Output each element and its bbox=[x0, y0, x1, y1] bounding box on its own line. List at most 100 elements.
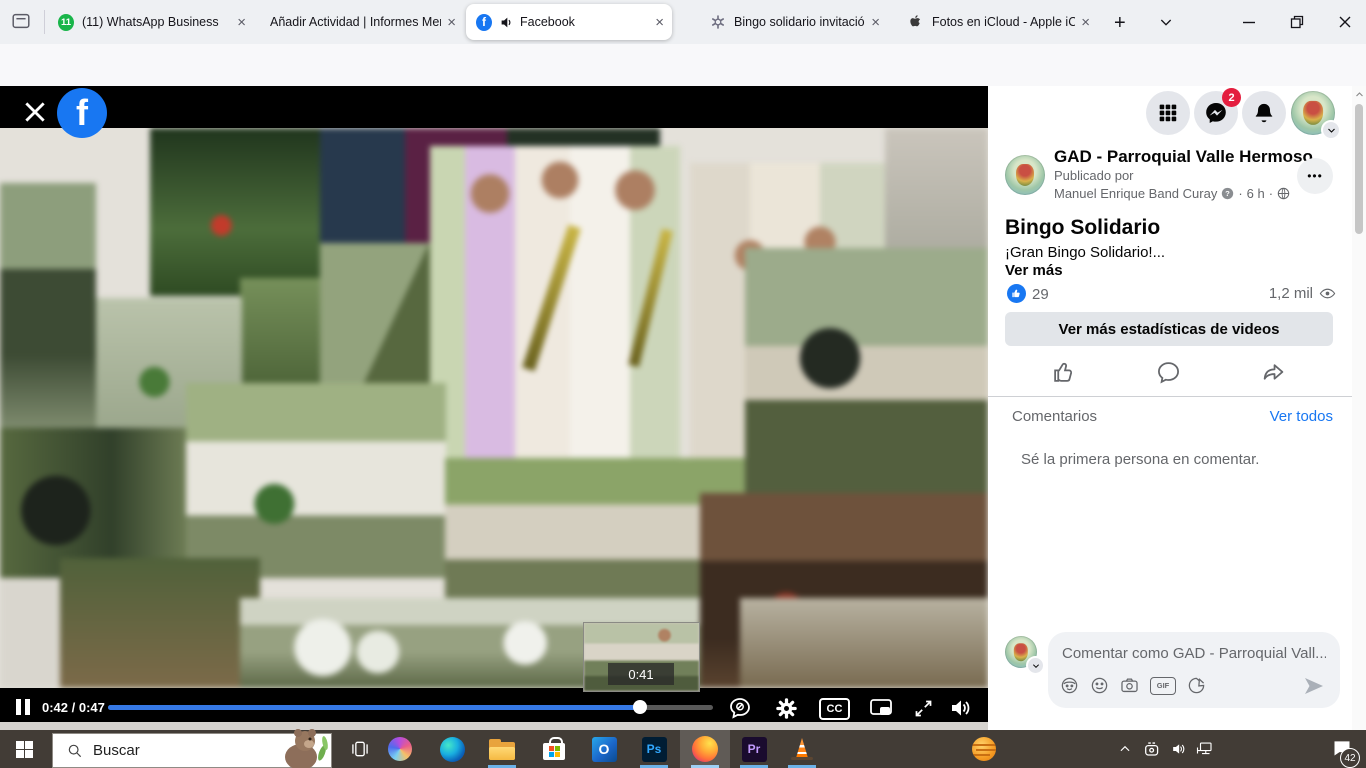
taskbar-search-input[interactable]: Buscar bbox=[52, 733, 332, 768]
close-tab-icon[interactable]: × bbox=[1081, 15, 1090, 30]
see-all-comments-link[interactable]: Ver todos bbox=[1270, 408, 1333, 425]
page-name[interactable]: GAD - Parroquial Valle Hermoso bbox=[1054, 147, 1313, 167]
volume-icon[interactable] bbox=[949, 696, 973, 720]
see-more-link[interactable]: Ver más bbox=[1005, 262, 1063, 279]
taskbar-app-firefox[interactable] bbox=[681, 730, 729, 768]
taskbar-app-edge[interactable] bbox=[428, 730, 476, 768]
emoji-smile-icon[interactable] bbox=[1090, 676, 1109, 695]
restore-button[interactable] bbox=[1280, 0, 1314, 44]
weather-icon[interactable] bbox=[972, 737, 996, 761]
page-avatar[interactable] bbox=[1005, 155, 1045, 195]
taskbar-app-photoshop[interactable]: Ps bbox=[630, 730, 678, 768]
video-stats-button[interactable]: Ver más estadísticas de videos bbox=[1005, 312, 1333, 346]
camera-icon[interactable] bbox=[1120, 676, 1139, 695]
comment-action-button[interactable] bbox=[1156, 360, 1181, 385]
new-tab-button[interactable]: + bbox=[1114, 12, 1126, 35]
taskbar-app-store[interactable] bbox=[530, 730, 578, 768]
time-display: 0:42 / 0:47 bbox=[42, 700, 105, 715]
composer-avatar-chevron-icon[interactable] bbox=[1026, 656, 1045, 675]
tab-whatsapp[interactable]: 11 (11) WhatsApp Business × bbox=[48, 4, 254, 40]
seek-preview-thumbnail: 0:41 bbox=[583, 622, 700, 692]
close-tab-icon[interactable]: × bbox=[447, 15, 456, 30]
share-action-button[interactable] bbox=[1261, 360, 1286, 385]
dot-separator: · bbox=[1238, 186, 1242, 201]
taskbar-app-copilot[interactable] bbox=[376, 730, 424, 768]
tab-chatgpt[interactable]: Bingo solidario invitación × bbox=[700, 4, 888, 40]
send-comment-button[interactable] bbox=[1302, 674, 1326, 698]
gif-icon[interactable]: GIF bbox=[1150, 677, 1176, 695]
browser-tab-bar: 11 (11) WhatsApp Business × Añadir Activ… bbox=[0, 0, 1366, 44]
divider bbox=[988, 396, 1352, 397]
composer-toolbar: GIF bbox=[1060, 676, 1206, 695]
tab-facebook-active[interactable]: f Facebook × bbox=[466, 4, 672, 40]
search-icon bbox=[67, 743, 83, 759]
fullscreen-icon[interactable] bbox=[911, 696, 935, 720]
sticker-icon[interactable] bbox=[1187, 676, 1206, 695]
picture-in-picture-icon[interactable] bbox=[869, 696, 893, 720]
close-window-button[interactable] bbox=[1328, 0, 1362, 44]
messenger-badge: 2 bbox=[1222, 88, 1241, 107]
taskbar-app-vlc[interactable] bbox=[778, 730, 826, 768]
tray-record-icon[interactable] bbox=[1144, 741, 1161, 757]
close-tab-icon[interactable]: × bbox=[871, 15, 880, 30]
task-view-button[interactable] bbox=[340, 730, 380, 768]
taskbar-app-premiere[interactable]: Pr bbox=[730, 730, 778, 768]
chatgpt-icon bbox=[710, 14, 726, 30]
close-tab-icon[interactable]: × bbox=[237, 15, 246, 30]
gif-label: GIF bbox=[1157, 681, 1170, 690]
scrollbar-thumb[interactable] bbox=[1355, 104, 1363, 234]
captions-cc-button[interactable]: CC bbox=[819, 698, 850, 720]
minimize-button[interactable] bbox=[1232, 0, 1266, 44]
close-tab-icon[interactable]: × bbox=[655, 15, 664, 30]
search-highlight-bear-image[interactable] bbox=[277, 727, 329, 768]
page-bottom-strip bbox=[0, 722, 988, 730]
tray-network-icon[interactable] bbox=[1196, 741, 1214, 757]
video-player: f 0:42 / 0:47 0:41 CC bbox=[0, 86, 988, 722]
comments-disabled-icon[interactable] bbox=[728, 696, 752, 720]
like-count-icon[interactable] bbox=[1007, 284, 1026, 303]
page-scrollbar[interactable] bbox=[1352, 86, 1366, 730]
avatar-sticker-icon[interactable] bbox=[1060, 676, 1079, 695]
scroll-up-arrow-icon[interactable] bbox=[1355, 90, 1364, 99]
tray-volume-icon[interactable] bbox=[1170, 741, 1187, 757]
facebook-sidebar: 2 GAD - Parroquial Valle Hermoso Publica… bbox=[988, 86, 1366, 730]
post-author[interactable]: Manuel Enrique Band Curay bbox=[1054, 186, 1217, 201]
settings-gear-icon[interactable] bbox=[774, 696, 798, 720]
tab-title: (11) WhatsApp Business bbox=[82, 15, 231, 29]
facebook-logo[interactable]: f bbox=[57, 88, 107, 138]
fb-apps-menu-button[interactable] bbox=[1146, 91, 1190, 135]
comment-composer[interactable]: Comentar como GAD - Parroquial Vall... G… bbox=[1048, 632, 1340, 708]
help-question-icon[interactable]: ? bbox=[1221, 187, 1234, 200]
notification-count-badge: 42 bbox=[1340, 748, 1360, 768]
views-group: 1,2 mil bbox=[1269, 285, 1336, 302]
seek-bar[interactable] bbox=[108, 705, 713, 710]
post-title: Bingo Solidario bbox=[1005, 216, 1160, 240]
pause-button[interactable] bbox=[14, 698, 32, 716]
tab-informes[interactable]: Añadir Actividad | Informes Mens × bbox=[258, 4, 464, 40]
no-comments-text: Sé la primera persona en comentar. bbox=[1021, 451, 1259, 468]
tab-icloud[interactable]: Fotos en iCloud - Apple iClou × bbox=[898, 4, 1098, 40]
notification-center-icon[interactable]: 42 bbox=[1332, 738, 1352, 758]
like-count[interactable]: 29 bbox=[1032, 286, 1049, 303]
post-options-button[interactable]: ••• bbox=[1297, 158, 1333, 194]
post-time[interactable]: 6 h bbox=[1247, 186, 1265, 201]
tab-list-icon[interactable] bbox=[10, 10, 32, 32]
close-overlay-icon[interactable] bbox=[22, 99, 48, 125]
tab-title: Facebook bbox=[520, 15, 649, 29]
start-button[interactable] bbox=[0, 730, 48, 768]
fb-notifications-bell-button[interactable] bbox=[1242, 91, 1286, 135]
divider bbox=[44, 10, 45, 34]
like-action-button[interactable] bbox=[1052, 360, 1077, 385]
video-surface[interactable] bbox=[0, 128, 988, 688]
taskbar-app-file-explorer[interactable] bbox=[478, 730, 526, 768]
tab-audio-icon[interactable] bbox=[500, 16, 513, 29]
composer-placeholder: Comentar como GAD - Parroquial Vall... bbox=[1062, 645, 1326, 662]
tab-dropdown-icon[interactable] bbox=[1158, 14, 1174, 30]
views-count: 1,2 mil bbox=[1269, 285, 1313, 302]
taskbar-app-outlook[interactable]: O bbox=[580, 730, 628, 768]
cc-label: CC bbox=[827, 703, 843, 715]
search-placeholder: Buscar bbox=[93, 742, 140, 759]
apple-icon bbox=[908, 14, 924, 30]
profile-chevron-icon[interactable] bbox=[1321, 120, 1341, 140]
tray-chevron-up-icon[interactable] bbox=[1118, 742, 1132, 756]
